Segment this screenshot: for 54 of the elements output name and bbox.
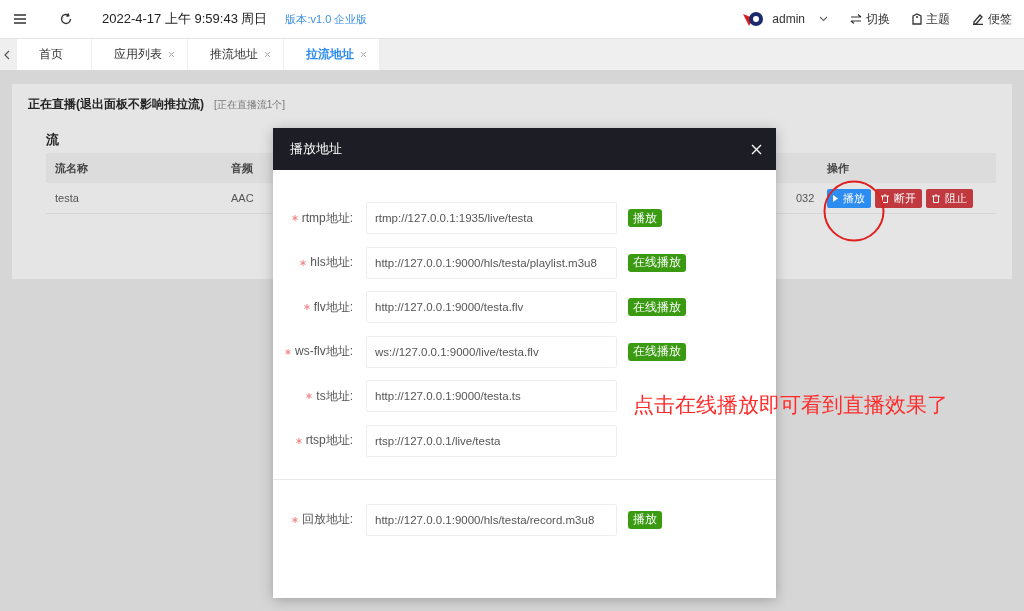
- input-field[interactable]: http://127.0.0.1:9000/testa.flv: [366, 291, 617, 323]
- field-label: 回放地址:: [301, 511, 353, 528]
- refresh-icon[interactable]: [60, 13, 72, 25]
- tab[interactable]: 推流地址: [188, 39, 283, 70]
- column-header: 音频: [231, 160, 253, 176]
- pen-icon: [972, 13, 984, 25]
- stream-count: [正在直播流1个]: [214, 98, 286, 112]
- panel-title: 正在直播(退出面板不影响推拉流): [28, 96, 204, 113]
- chevron-down-icon[interactable]: [819, 16, 828, 22]
- play-button[interactable]: 播放: [628, 209, 662, 227]
- column-header: 操作: [827, 160, 849, 176]
- datetime: 2022-4-17 上午 9:59:43 周日: [102, 10, 268, 28]
- play-icon: [833, 194, 838, 202]
- logo-icon: [742, 10, 765, 28]
- input-field[interactable]: http://127.0.0.1:9000/hls/testa/record.m3u8: [366, 503, 617, 536]
- header-action[interactable]: 便签: [972, 10, 1012, 28]
- tag-icon: [912, 13, 922, 25]
- input-field[interactable]: http://127.0.0.1:9000/testa.ts: [366, 380, 617, 412]
- highlight-circle: [823, 180, 885, 242]
- version-label: 版本:v1.0 企业版: [285, 11, 368, 27]
- table-cell: AAC: [231, 192, 254, 204]
- table-cell: 032: [796, 192, 815, 204]
- menu-icon[interactable]: [14, 14, 26, 24]
- play-button[interactable]: 播放: [628, 510, 662, 529]
- user-name[interactable]: admin: [772, 12, 805, 26]
- field-label: hls地址:: [310, 254, 353, 271]
- table-cell: testa: [55, 192, 79, 204]
- dialog-title: 播放地址: [290, 140, 342, 158]
- column-header: 流名称: [55, 160, 88, 176]
- tab[interactable]: 首页: [17, 39, 91, 70]
- input-field[interactable]: http://127.0.0.1:9000/hls/testa/playlist.m3u8: [366, 246, 617, 279]
- trash-icon: [932, 193, 940, 203]
- input-field[interactable]: rtmp://127.0.0.1:1935/live/testa: [366, 202, 617, 234]
- trash-icon: [881, 193, 889, 203]
- play-button[interactable]: 在线播放: [628, 253, 686, 272]
- input-field[interactable]: rtsp://127.0.0.1/live/testa: [366, 424, 617, 457]
- field-label: ts地址:: [316, 387, 353, 405]
- tab[interactable]: 拉流地址: [284, 39, 379, 70]
- row-action-button[interactable]: 阻止: [926, 188, 973, 208]
- header-action[interactable]: 切换: [850, 10, 890, 28]
- field-label: rtsp地址:: [305, 432, 353, 449]
- play-button[interactable]: 在线播放: [628, 342, 686, 361]
- input-field[interactable]: ws://127.0.0.1:9000/live/testa.flv: [366, 335, 617, 368]
- section-title: 流: [46, 131, 59, 149]
- chevron-left-icon[interactable]: [4, 49, 10, 60]
- swap-arrows-icon: [850, 14, 862, 24]
- header-action[interactable]: 主题: [912, 10, 950, 28]
- field-label: rtmp地址:: [301, 209, 353, 227]
- field-label: flv地址:: [313, 298, 353, 316]
- field-label: ws-flv地址:: [295, 343, 353, 360]
- tab[interactable]: 应用列表: [92, 39, 187, 70]
- annotation-text: 点击在线播放即可看到直播效果了: [633, 392, 948, 418]
- row-action-button[interactable]: 断开: [875, 188, 922, 208]
- play-button[interactable]: 在线播放: [628, 298, 686, 316]
